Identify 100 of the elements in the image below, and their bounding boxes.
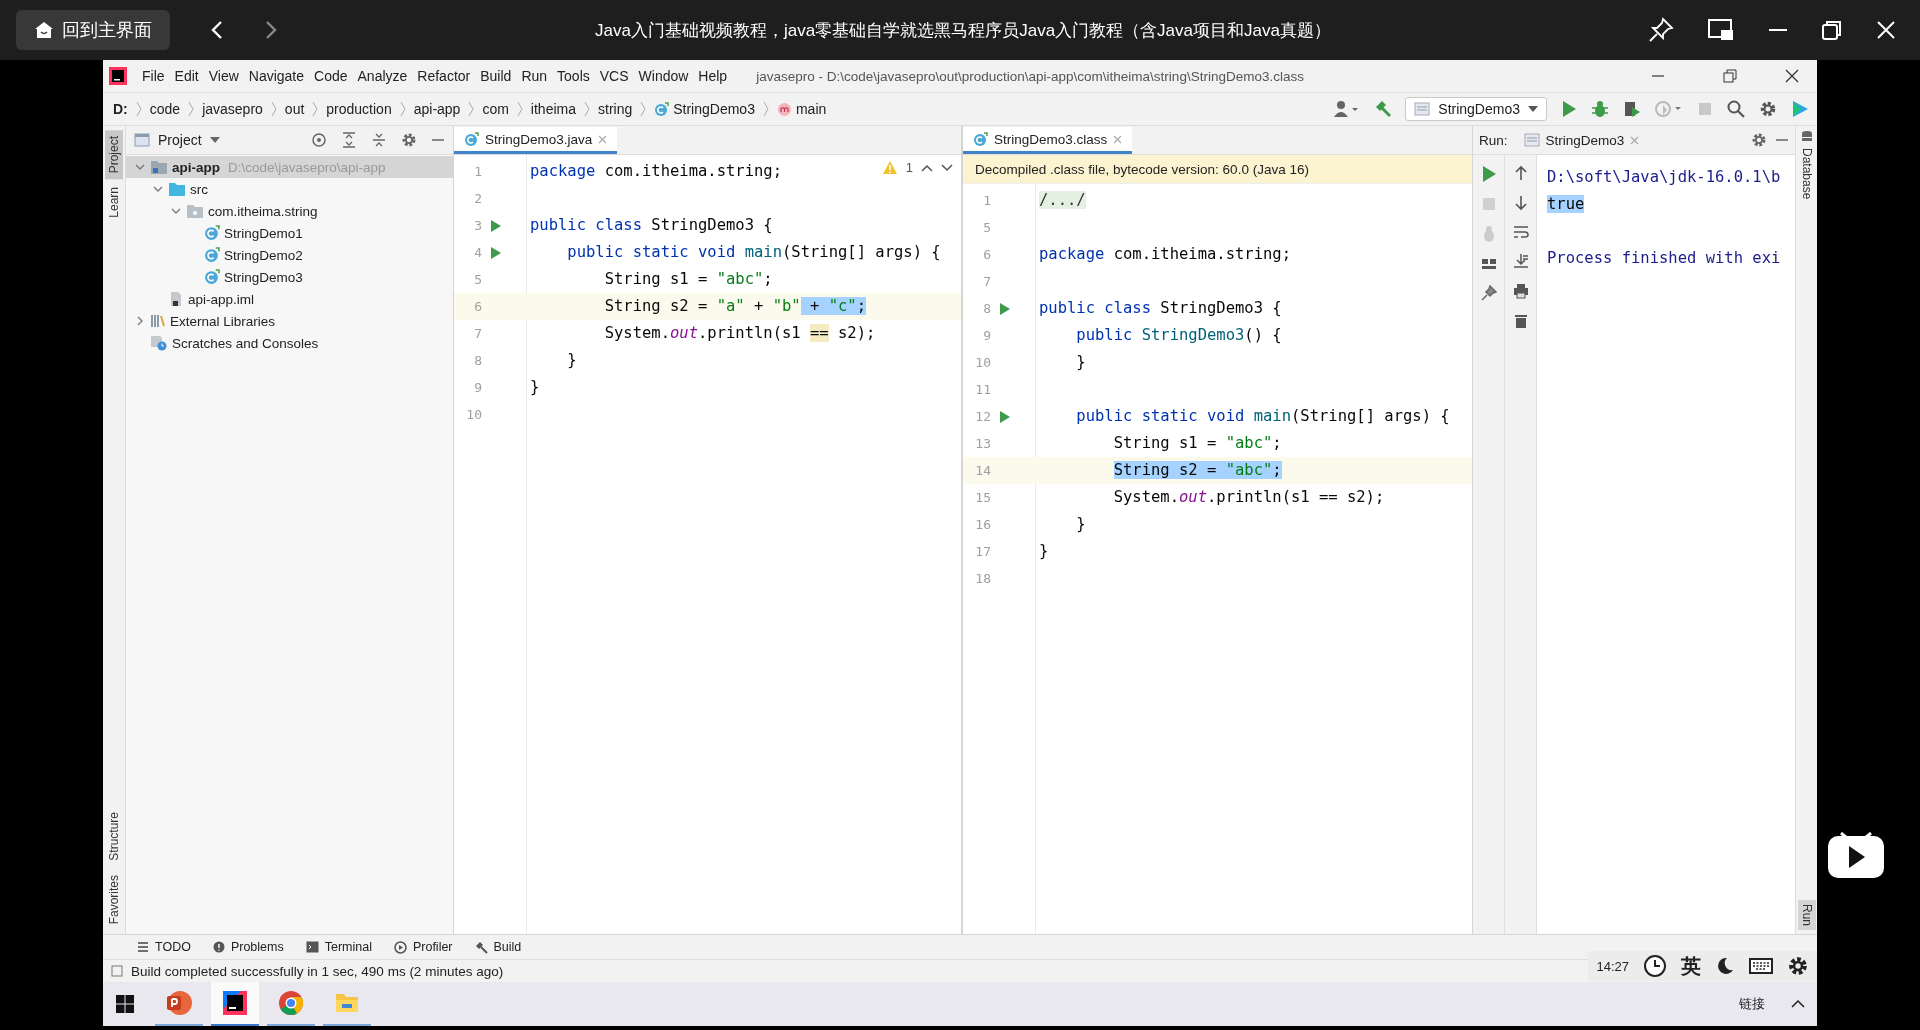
tool-window-tab[interactable]: Profiler [393, 940, 453, 954]
breadcrumb[interactable]: javasepro [194, 101, 271, 117]
arrow-up-icon[interactable] [1513, 165, 1528, 181]
time-text: 14:27 [1596, 958, 1629, 974]
line-number: 10 [974, 355, 991, 370]
tool-window-tab[interactable]: Build [474, 940, 522, 954]
trash-icon[interactable] [1513, 313, 1528, 329]
tool-window-tab[interactable]: Learn [105, 181, 123, 225]
play-icon[interactable] [999, 409, 1011, 424]
caret-icon[interactable] [209, 137, 220, 143]
caret-icon [1528, 106, 1538, 112]
breadcrumb[interactable]: itheima [522, 101, 584, 117]
menu-item[interactable]: Analyze [352, 68, 413, 84]
coverage-icon[interactable] [1623, 100, 1641, 118]
expand-all-icon[interactable] [341, 132, 357, 148]
tree-item[interactable]: StringDemo2 [126, 244, 453, 266]
start-icon[interactable] [115, 994, 135, 1014]
tool-window-tab[interactable]: TODO [137, 940, 191, 954]
bug-icon[interactable] [1591, 100, 1609, 118]
breadcrumb[interactable]: main [768, 101, 835, 117]
menu-item[interactable]: Refactor [412, 68, 476, 84]
menu-item[interactable]: Build [475, 68, 517, 84]
rerun-icon[interactable] [1480, 165, 1497, 183]
breadcrumb[interactable]: com [474, 101, 517, 117]
status-square-icon[interactable] [111, 965, 123, 977]
menu-item[interactable]: View [203, 68, 244, 84]
run-configuration-dropdown[interactable]: StringDemo3 [1405, 97, 1547, 121]
code-line: } [1075, 352, 1086, 373]
video-title: Java入门基础视频教程，java零基础自学就选黑马程序员Java入门教程（含Java项目和Java真题） [594, 19, 1332, 42]
picture-in-picture-icon[interactable] [1708, 18, 1734, 42]
breadcrumb[interactable]: string [590, 101, 641, 117]
tree-item[interactable]: api-app.iml [126, 288, 453, 310]
menu-item[interactable]: Tools [552, 68, 595, 84]
tree-item[interactable]: com.itheima.string [126, 200, 453, 222]
tree-item[interactable]: StringDemo3 [126, 266, 453, 288]
editor-tab[interactable]: StringDemo3.java [454, 127, 618, 154]
menu-item[interactable]: Code [309, 68, 353, 84]
play-icon[interactable] [999, 301, 1011, 316]
print-icon[interactable] [1512, 283, 1529, 299]
tool-window-tab[interactable]: Project [105, 130, 123, 180]
tool-window-tab[interactable]: Favorites [105, 868, 123, 930]
user-icon[interactable] [1333, 100, 1360, 118]
tree-item[interactable]: src [126, 178, 453, 200]
tool-window-tab[interactable]: Database [1799, 148, 1814, 200]
chevron-up-icon[interactable] [1791, 999, 1805, 1009]
breadcrumb[interactable]: api-app [405, 101, 469, 117]
tool-window-tab[interactable]: Run [1797, 900, 1816, 930]
forward-icon[interactable] [264, 20, 278, 40]
tree-item[interactable]: api-app D:\code\javasepro\api-app [126, 156, 453, 178]
line-number: 9 [473, 380, 482, 395]
close-icon[interactable] [1785, 69, 1799, 83]
layout-icon[interactable] [1480, 257, 1497, 271]
code-line: String s1 = "abc"; [1112, 433, 1282, 454]
arrow-down-icon[interactable] [1513, 195, 1528, 211]
restore-icon[interactable] [1822, 20, 1842, 40]
tree-item[interactable]: External Libraries [126, 310, 453, 332]
home-button[interactable]: 回到主界面 [16, 10, 170, 50]
input-method-indicator[interactable]: 英 [1681, 952, 1701, 980]
play-icon[interactable] [1561, 100, 1577, 118]
menu-item[interactable]: Window [633, 68, 694, 84]
tray-label[interactable]: 链接 [1739, 995, 1765, 1013]
previous-icon[interactable] [921, 162, 933, 173]
breadcrumb[interactable]: StringDemo3 [646, 101, 763, 117]
tree-item[interactable]: Scratches and Consoles [126, 332, 453, 354]
menu-item[interactable]: File [137, 68, 170, 84]
line-number: 1 [982, 193, 991, 208]
tree-item[interactable]: StringDemo1 [126, 222, 453, 244]
scroll-to-end-icon[interactable] [1512, 253, 1529, 269]
menu-item[interactable]: Edit [169, 68, 204, 84]
breadcrumb[interactable]: D: [113, 101, 136, 117]
tool-window-tab[interactable]: Structure [105, 805, 123, 867]
editor-tab[interactable]: StringDemo3.class [963, 127, 1133, 154]
panel-title[interactable]: Project [158, 132, 202, 148]
play-icon[interactable] [490, 245, 502, 260]
play-overlay-icon[interactable] [1827, 832, 1885, 880]
database-icon[interactable] [1800, 130, 1813, 144]
menu-item[interactable]: VCS [594, 68, 634, 84]
breadcrumb[interactable]: production [318, 101, 400, 117]
locate-icon[interactable] [311, 132, 327, 148]
back-icon[interactable] [210, 20, 224, 40]
next-icon[interactable] [941, 162, 953, 173]
process-tab[interactable]: StringDemo3 [1515, 132, 1648, 148]
menu-item[interactable]: Help [693, 68, 733, 84]
search-icon[interactable] [1727, 100, 1745, 118]
breadcrumb[interactable]: code [141, 101, 189, 117]
settings-icon[interactable] [1787, 955, 1809, 977]
menu-item[interactable]: Navigate [243, 68, 310, 84]
keyboard-icon[interactable] [1749, 956, 1773, 976]
ide-app-icon[interactable] [211, 982, 259, 1026]
line-number: 4 [473, 245, 482, 260]
soft-wrap-icon[interactable] [1512, 225, 1529, 239]
class-icon [973, 131, 988, 147]
configuration-icon [1523, 133, 1540, 147]
breadcrumb[interactable]: out [276, 101, 313, 117]
settings-icon[interactable] [1759, 100, 1777, 118]
menu-item[interactable]: Run [516, 68, 553, 84]
collapse-all-icon[interactable] [371, 132, 387, 148]
tool-window-tab[interactable]: Terminal [305, 940, 372, 954]
tool-window-tab[interactable]: Problems [212, 940, 284, 954]
play-icon[interactable] [490, 218, 502, 233]
